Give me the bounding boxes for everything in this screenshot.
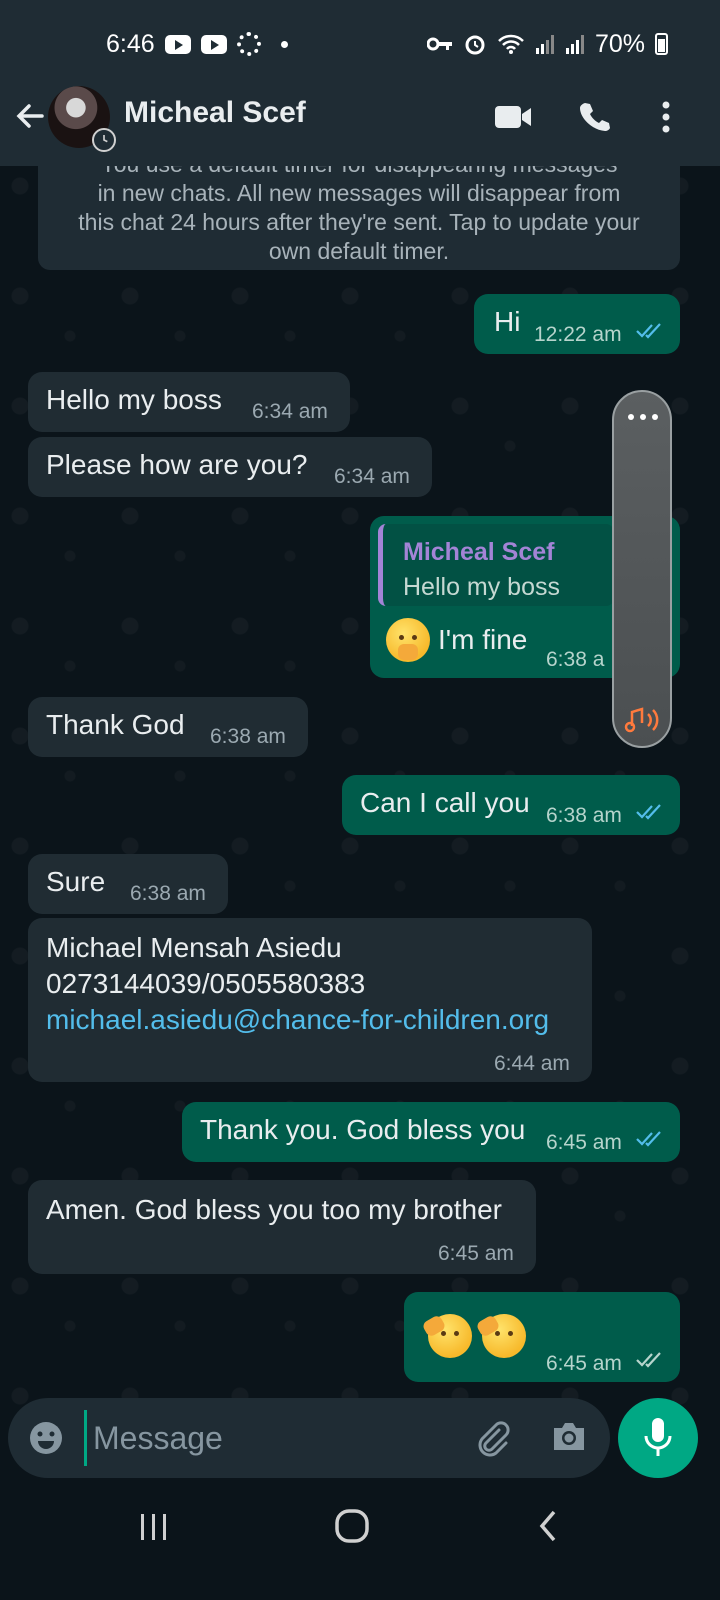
wifi-icon bbox=[498, 34, 524, 54]
status-time: 6:46 bbox=[106, 29, 155, 58]
quoted-sender: Micheal Scef bbox=[403, 538, 555, 566]
message-time: 6:38 am bbox=[210, 725, 286, 748]
back-arrow-icon[interactable] bbox=[12, 98, 48, 134]
message-text: Hi bbox=[494, 306, 521, 337]
camera-icon[interactable] bbox=[550, 1420, 588, 1454]
message-bubble-incoming[interactable]: Thank God 6:38 am bbox=[28, 697, 308, 757]
message-time: 6:38 am bbox=[130, 882, 206, 905]
contact-name[interactable]: Micheal Scef bbox=[124, 96, 306, 130]
message-time: 6:34 am bbox=[252, 400, 328, 423]
recent-apps-icon[interactable] bbox=[138, 1512, 170, 1542]
top-bar: 6:46 70% Micheal Scef bbox=[0, 0, 720, 166]
message-time: 6:45 am bbox=[438, 1242, 514, 1265]
message-text: I'm fine bbox=[438, 624, 528, 655]
message-text-line-2[interactable]: 0273144039/0505580383 bbox=[46, 968, 365, 1000]
read-ticks-icon bbox=[636, 323, 661, 339]
read-ticks-icon bbox=[636, 1131, 661, 1147]
notice-line-2: in new chats. All new messages will disa… bbox=[97, 180, 621, 206]
message-time: 6:34 am bbox=[334, 465, 410, 488]
message-time: 6:45 am bbox=[546, 1352, 622, 1375]
message-text: Hello my boss bbox=[46, 384, 222, 415]
face-with-hand-over-mouth-emoji-icon bbox=[386, 618, 430, 662]
message-bubble-incoming[interactable]: Amen. God bless you too my brother 6:45 … bbox=[28, 1180, 536, 1274]
message-composer bbox=[8, 1398, 610, 1478]
quoted-message[interactable]: Micheal Scef Hello my boss bbox=[378, 524, 614, 606]
youtube-notification-icon-2 bbox=[200, 34, 227, 54]
message-text: Amen. God bless you too my brother bbox=[46, 1194, 502, 1225]
home-icon[interactable] bbox=[334, 1508, 370, 1544]
message-text: Sure bbox=[46, 866, 106, 897]
emoji-icon[interactable] bbox=[28, 1420, 64, 1456]
back-nav-icon[interactable] bbox=[536, 1508, 560, 1544]
message-text: Thank God bbox=[46, 709, 185, 740]
panel-menu-icon[interactable] bbox=[628, 414, 658, 420]
floating-side-panel[interactable] bbox=[612, 390, 672, 748]
message-bubble-incoming[interactable]: Please how are you? 6:34 am bbox=[28, 437, 432, 497]
message-bubble-incoming[interactable]: Hello my boss 6:34 am bbox=[28, 372, 350, 432]
alarm-icon bbox=[465, 35, 485, 55]
message-bubble-outgoing[interactable]: Can I call you 6:38 am bbox=[342, 775, 680, 835]
read-ticks-icon bbox=[636, 804, 661, 820]
chat-header: Micheal Scef bbox=[0, 86, 720, 166]
disappearing-timer-icon bbox=[92, 128, 116, 152]
notice-line-4: own default timer. bbox=[268, 238, 450, 264]
sound-assistant-icon[interactable] bbox=[624, 704, 662, 736]
youtube-notification-icon bbox=[164, 34, 191, 54]
vpn-key-icon bbox=[426, 37, 452, 51]
voice-call-icon[interactable] bbox=[578, 100, 610, 132]
message-bubble-incoming[interactable]: Michael Mensah Asiedu 0273144039/0505580… bbox=[28, 918, 592, 1082]
disappearing-messages-notice[interactable]: You use a default timer for disappearing… bbox=[38, 166, 680, 270]
more-options-icon[interactable] bbox=[660, 100, 672, 134]
message-time: 6:38 a bbox=[546, 648, 605, 671]
message-time: 12:22 am bbox=[534, 323, 622, 346]
delivered-ticks-icon bbox=[636, 1352, 661, 1368]
quoted-text: Hello my boss bbox=[403, 573, 560, 601]
message-time: 6:44 am bbox=[494, 1052, 570, 1075]
video-call-icon[interactable] bbox=[494, 104, 532, 130]
message-text: Can I call you bbox=[360, 787, 530, 818]
more-notifications-dot-icon bbox=[280, 40, 288, 48]
settings-notification-icon bbox=[236, 32, 261, 56]
message-bubble-incoming[interactable]: Sure 6:38 am bbox=[28, 854, 228, 914]
message-bubble-outgoing[interactable]: Thank you. God bless you 6:45 am bbox=[182, 1102, 680, 1162]
message-time: 6:38 am bbox=[546, 804, 622, 827]
message-bubble-outgoing[interactable]: Hi 12:22 am bbox=[474, 294, 680, 354]
message-bubble-outgoing[interactable]: 6:45 am bbox=[404, 1292, 680, 1382]
microphone-icon bbox=[644, 1418, 672, 1456]
message-time: 6:45 am bbox=[546, 1131, 622, 1154]
battery-percent: 70% bbox=[594, 29, 645, 58]
system-navigation-bar bbox=[0, 1484, 720, 1600]
email-link[interactable]: michael.asiedu@chance-for-children.org bbox=[46, 1004, 549, 1036]
status-bar: 6:46 70% bbox=[0, 0, 720, 88]
attach-paperclip-icon[interactable] bbox=[472, 1418, 512, 1458]
message-text: Please how are you? bbox=[46, 449, 308, 480]
notice-line-3: this chat 24 hours after they're sent. T… bbox=[78, 209, 640, 235]
signal-2-icon bbox=[565, 35, 584, 54]
voice-record-button[interactable] bbox=[618, 1398, 698, 1478]
notice-line-1: You use a default timer for disappearing… bbox=[38, 166, 680, 179]
saluting-face-emoji-icon bbox=[475, 1314, 526, 1358]
message-text-line-1: Michael Mensah Asiedu bbox=[46, 932, 342, 963]
message-text: Thank you. God bless you bbox=[200, 1114, 526, 1145]
battery-icon bbox=[655, 33, 668, 55]
chat-area[interactable]: You use a default timer for disappearing… bbox=[0, 166, 720, 1406]
saluting-face-emoji-icon bbox=[421, 1314, 472, 1358]
signal-1-icon bbox=[535, 35, 554, 54]
message-input[interactable] bbox=[84, 1410, 464, 1466]
